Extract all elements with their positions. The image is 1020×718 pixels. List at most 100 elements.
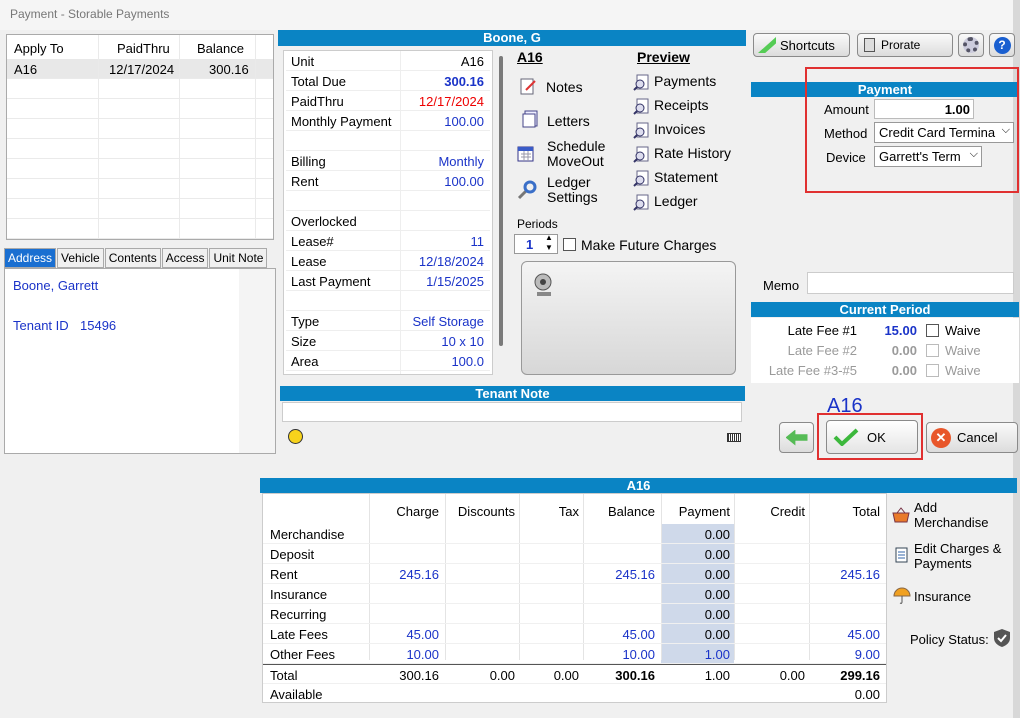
preview-link[interactable]: Payments	[654, 73, 716, 89]
memo-input[interactable]	[807, 272, 1014, 294]
tenant-note-input[interactable]	[282, 402, 742, 422]
stepper-down-icon[interactable]: ▼	[545, 243, 553, 252]
preview-link[interactable]: Invoices	[654, 121, 705, 137]
preview-link[interactable]: Statement	[654, 169, 718, 185]
col-paid-thru[interactable]: PaidThru	[117, 41, 170, 56]
grid-row-label: Merchandise	[270, 527, 345, 542]
grid-col-header: Tax	[558, 504, 579, 519]
detail-label: Billing	[291, 154, 326, 169]
wrench-icon	[516, 179, 537, 200]
empty-row	[7, 139, 273, 159]
detail-row: Lease 12/18/2024	[286, 251, 490, 271]
detail-row: Rent 100.00	[286, 171, 490, 191]
apply-unit: A16	[14, 62, 38, 77]
detail-label: Monthly Payment	[291, 114, 392, 129]
detail-value: 12/17/2024	[418, 94, 484, 109]
col-balance[interactable]: Balance	[197, 41, 244, 56]
window-title: Payment - Storable Payments	[0, 0, 1020, 30]
available-label: Available	[270, 687, 323, 702]
preview-link[interactable]: Receipts	[654, 97, 708, 113]
shortcuts-label: Shortcuts	[780, 37, 835, 53]
tab-contents[interactable]: Contents	[104, 248, 161, 268]
insurance-link[interactable]: Insurance	[914, 589, 971, 604]
grid-cell-charge: 45.00	[406, 627, 439, 642]
detail-label: Lease#	[291, 234, 334, 249]
apply-row[interactable]: A16 12/17/2024 300.16	[7, 59, 273, 79]
grid-cell-total: 245.16	[840, 567, 880, 582]
edit-charges-link[interactable]: Edit Charges & Payments	[914, 541, 1014, 571]
preview-link[interactable]: Rate History	[654, 145, 731, 161]
shortcuts-button[interactable]: Shortcuts	[753, 33, 850, 57]
detail-row	[286, 191, 490, 211]
detail-value: 12/18/2024	[418, 254, 484, 269]
grid-cell-payment[interactable]: 0.00	[660, 627, 730, 642]
late-fee-value: 0.00	[891, 363, 917, 378]
magnifier-icon	[633, 122, 651, 140]
tab-access[interactable]: Access	[161, 248, 209, 268]
col-apply-to[interactable]: Apply To	[14, 41, 64, 56]
unit-details: Unit A16 Total Due 300.16 PaidThru 12/17/2024…	[283, 50, 503, 375]
grid-col-header: Balance	[608, 504, 655, 519]
grid-row-label: Deposit	[270, 547, 315, 562]
help-icon: ?	[993, 36, 1011, 54]
waive-checkbox[interactable]	[926, 344, 939, 357]
detail-value: Monthly	[438, 154, 484, 169]
cancel-button[interactable]: ✕ Cancel	[926, 422, 1018, 453]
waive-label: Waive	[945, 363, 981, 378]
grid-cell-payment[interactable]: 1.00	[660, 647, 730, 662]
tab-unit-note[interactable]: Unit Note	[209, 248, 268, 268]
edit-charges-icon	[894, 546, 910, 567]
periods-label: Periods	[517, 217, 558, 231]
waive-checkbox[interactable]	[926, 324, 939, 337]
stepper-up-icon[interactable]: ▲	[545, 233, 553, 242]
cancel-icon: ✕	[931, 427, 951, 448]
notes-link[interactable]: Notes	[546, 79, 583, 95]
detail-value: 100.00	[444, 174, 484, 189]
photo-panel[interactable]	[521, 261, 736, 375]
detail-label: PaidThru	[291, 94, 344, 109]
prorate-button[interactable]: Prorate	[857, 33, 953, 57]
back-button[interactable]	[779, 422, 814, 453]
arrow-icon	[758, 37, 776, 53]
smiley-icon[interactable]	[288, 429, 303, 444]
periods-stepper[interactable]: 1 ▲ ▼	[514, 233, 558, 254]
grid-total-row: Total 300.16 0.00 0.00 300.16 1.00 0.00 299.16	[263, 664, 886, 684]
grid-cell-payment[interactable]: 0.00	[660, 607, 730, 622]
total-label: Total	[270, 668, 298, 683]
unit-link[interactable]: A16	[517, 49, 543, 65]
help-button[interactable]: ?	[989, 33, 1015, 57]
keyboard-icon[interactable]	[727, 433, 741, 442]
magnifier-icon	[633, 170, 651, 188]
divider	[255, 35, 256, 239]
settings-button[interactable]	[958, 33, 984, 57]
grid-cell-payment[interactable]: 0.00	[660, 527, 730, 542]
grid-cell-payment[interactable]: 0.00	[660, 567, 730, 582]
grid-cell-charge: 10.00	[406, 647, 439, 662]
grid-row-label: Rent	[270, 567, 298, 582]
preview-link[interactable]: Ledger	[654, 193, 698, 209]
schedule-moveout-link[interactable]: Schedule MoveOut	[547, 139, 609, 169]
grid-cell-payment[interactable]: 0.00	[660, 547, 730, 562]
magnifier-icon	[633, 194, 651, 212]
grid-cell-charge: 245.16	[399, 567, 439, 582]
ledger-settings-link[interactable]: Ledger Settings	[547, 175, 607, 205]
detail-row: Type Self Storage	[286, 311, 490, 331]
tab-address[interactable]: Address	[4, 248, 57, 268]
cancel-label: Cancel	[957, 430, 998, 445]
add-merchandise-link[interactable]: Add Merchandise	[914, 500, 994, 530]
grid-row: Recurring 0.00	[263, 604, 886, 624]
detail-row: Overlocked	[286, 211, 490, 231]
tenant-name-link[interactable]: Boone, Garrett	[13, 278, 98, 293]
apply-table[interactable]: Apply To PaidThru Balance A16 12/17/2024…	[6, 34, 274, 240]
scrollbar[interactable]	[499, 56, 503, 346]
empty-row	[7, 119, 273, 139]
future-charges-checkbox[interactable]	[563, 238, 576, 251]
letters-link[interactable]: Letters	[547, 113, 590, 129]
detail-row: Area 100.0	[286, 351, 490, 371]
ok-highlight-box	[817, 413, 923, 460]
detail-value: 300.16	[444, 74, 484, 89]
apply-paidthru: 12/17/2024	[109, 62, 175, 77]
grid-cell-payment[interactable]: 0.00	[660, 587, 730, 602]
tab-vehicle[interactable]: Vehicle	[57, 248, 104, 268]
waive-checkbox[interactable]	[926, 364, 939, 377]
